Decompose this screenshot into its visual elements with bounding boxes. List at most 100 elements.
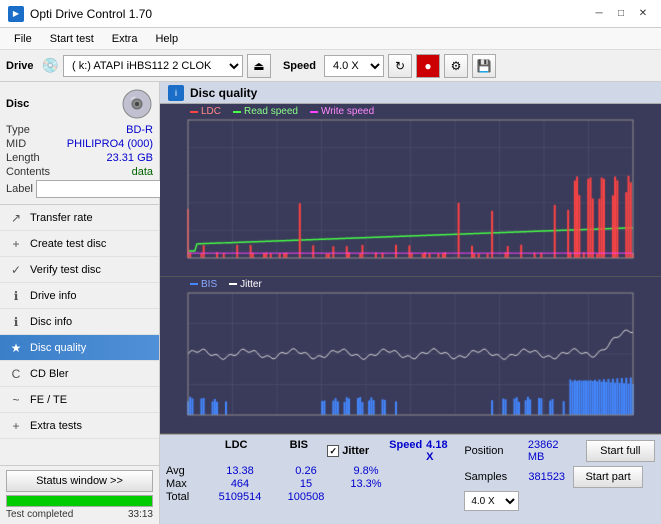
chart2-section: BIS Jitter 20 15 10 5 0 20% bbox=[160, 277, 661, 434]
extra-tests-icon: + bbox=[8, 418, 24, 434]
ldc-avg: 13.38 bbox=[204, 465, 276, 477]
chart1-legend: LDC Read speed Write speed bbox=[190, 106, 374, 117]
start-full-button[interactable]: Start full bbox=[586, 440, 655, 462]
disc-type-row: Type BD-R bbox=[6, 124, 153, 136]
sidebar-item-disc-quality[interactable]: ★ Disc quality bbox=[0, 335, 159, 361]
speed-select-stats[interactable]: 4.0 X bbox=[464, 491, 519, 511]
disc-label-row: Label 🔍 bbox=[6, 180, 153, 198]
sidebar-item-fe-te[interactable]: ~ FE / TE bbox=[0, 387, 159, 413]
legend-bis: BIS bbox=[190, 279, 217, 290]
refresh-button[interactable]: ↻ bbox=[388, 54, 412, 78]
ldc-max: 464 bbox=[204, 478, 276, 490]
menubar: File Start test Extra Help bbox=[0, 28, 661, 50]
drive-toolbar: Drive 💿 ( k:) ATAPI iHBS112 2 CLOK ⏏ Spe… bbox=[0, 50, 661, 82]
chart1-section: LDC Read speed Write speed 500 400 30 bbox=[160, 104, 661, 277]
eject-button[interactable]: ⏏ bbox=[247, 54, 271, 78]
sidebar-label-extra-tests: Extra tests bbox=[30, 420, 82, 432]
speed-header-label: Speed bbox=[389, 439, 422, 463]
legend-jitter: Jitter bbox=[229, 279, 262, 290]
progress-bar bbox=[7, 496, 152, 506]
save-button[interactable]: 💾 bbox=[472, 54, 496, 78]
status-time: 33:13 bbox=[128, 509, 153, 520]
bis-legend-label: BIS bbox=[201, 279, 217, 290]
avg-label: Avg bbox=[166, 465, 204, 477]
disc-quality-title: Disc quality bbox=[190, 86, 257, 100]
sidebar-item-transfer-rate[interactable]: ↗ Transfer rate bbox=[0, 205, 159, 231]
drive-label: Drive bbox=[6, 60, 34, 72]
app-title: Opti Drive Control 1.70 bbox=[30, 7, 152, 21]
write-speed-legend-dot bbox=[310, 111, 318, 113]
fe-te-icon: ~ bbox=[8, 392, 24, 408]
sidebar-item-drive-info[interactable]: ℹ Drive info bbox=[0, 283, 159, 309]
sidebar-item-extra-tests[interactable]: + Extra tests bbox=[0, 413, 159, 439]
settings-button[interactable]: ⚙ bbox=[444, 54, 468, 78]
status-row: Test completed 33:13 bbox=[6, 509, 153, 520]
right-stats: Position 23862 MB Start full Samples 381… bbox=[464, 439, 655, 511]
disc-panel-title: Disc bbox=[6, 98, 29, 110]
minimize-button[interactable]: ─ bbox=[589, 5, 609, 23]
status-text: Test completed bbox=[6, 509, 73, 520]
legend-ldc: LDC bbox=[190, 106, 221, 117]
disc-quality-header: i Disc quality bbox=[160, 82, 661, 104]
menu-start-test[interactable]: Start test bbox=[42, 31, 102, 47]
read-speed-legend-label: Read speed bbox=[244, 106, 298, 117]
disc-label-input[interactable] bbox=[36, 180, 174, 198]
titlebar: ▶ Opti Drive Control 1.70 ─ □ ✕ bbox=[0, 0, 661, 28]
sidebar-label-fe-te: FE / TE bbox=[30, 394, 67, 406]
burn-button[interactable]: ● bbox=[416, 54, 440, 78]
verify-test-disc-icon: ✓ bbox=[8, 262, 24, 278]
ldc-legend-label: LDC bbox=[201, 106, 221, 117]
sidebar-label-cd-bler: CD Bler bbox=[30, 368, 69, 380]
stats-bar: LDC BIS ✓ Jitter Speed 4.18 X Avg 13.38 … bbox=[160, 434, 661, 524]
position-label: Position bbox=[464, 445, 524, 457]
legend-read-speed: Read speed bbox=[233, 106, 298, 117]
legend-write-speed: Write speed bbox=[310, 106, 374, 117]
speed-select[interactable]: 4.0 X bbox=[324, 55, 384, 77]
disc-length-label: Length bbox=[6, 152, 40, 164]
disc-quality-header-icon: i bbox=[168, 85, 184, 101]
sidebar-item-verify-test-disc[interactable]: ✓ Verify test disc bbox=[0, 257, 159, 283]
drive-icon: 💿 bbox=[42, 57, 59, 74]
disc-type-value: BD-R bbox=[126, 124, 153, 136]
status-window-button[interactable]: Status window >> bbox=[6, 470, 153, 492]
app-icon: ▶ bbox=[8, 6, 24, 22]
chart2-legend: BIS Jitter bbox=[190, 279, 262, 290]
disc-mid-label: MID bbox=[6, 138, 26, 150]
jitter-legend-label: Jitter bbox=[240, 279, 262, 290]
write-speed-legend-label: Write speed bbox=[321, 106, 374, 117]
disc-mid-row: MID PHILIPRO4 (000) bbox=[6, 138, 153, 150]
sidebar-label-transfer-rate: Transfer rate bbox=[30, 212, 93, 224]
samples-value: 381523 bbox=[528, 471, 565, 483]
max-label: Max bbox=[166, 478, 204, 490]
titlebar-controls: ─ □ ✕ bbox=[589, 5, 653, 23]
transfer-rate-icon: ↗ bbox=[8, 210, 24, 226]
disc-contents-value: data bbox=[132, 166, 153, 178]
sidebar-item-create-test-disc[interactable]: + Create test disc bbox=[0, 231, 159, 257]
sidebar-label-verify-test-disc: Verify test disc bbox=[30, 264, 101, 276]
samples-label: Samples bbox=[464, 471, 524, 483]
sidebar: Disc Type BD-R MID PHILIPRO4 (000) Lengt… bbox=[0, 82, 160, 524]
chart1-canvas bbox=[160, 104, 661, 276]
drive-select[interactable]: ( k:) ATAPI iHBS112 2 CLOK bbox=[63, 55, 243, 77]
sidebar-item-cd-bler[interactable]: C CD Bler bbox=[0, 361, 159, 387]
menu-help[interactable]: Help bbox=[147, 31, 186, 47]
content-area: i Disc quality LDC Read speed bbox=[160, 82, 661, 524]
menu-file[interactable]: File bbox=[6, 31, 40, 47]
total-label: Total bbox=[166, 491, 204, 503]
sidebar-item-disc-info[interactable]: ℹ Disc info bbox=[0, 309, 159, 335]
menu-extra[interactable]: Extra bbox=[104, 31, 146, 47]
speed-header-value: 4.18 X bbox=[426, 439, 456, 463]
bis-avg: 0.26 bbox=[276, 465, 336, 477]
sidebar-label-drive-info: Drive info bbox=[30, 290, 76, 302]
close-button[interactable]: ✕ bbox=[633, 5, 653, 23]
progress-bar-container bbox=[6, 495, 153, 507]
start-part-button[interactable]: Start part bbox=[573, 466, 643, 488]
stats-col-empty bbox=[166, 439, 202, 463]
jitter-checkbox[interactable]: ✓ bbox=[327, 445, 339, 457]
create-test-disc-icon: + bbox=[8, 236, 24, 252]
status-area: Status window >> Test completed 33:13 bbox=[0, 465, 159, 524]
disc-type-label: Type bbox=[6, 124, 30, 136]
bis-max: 15 bbox=[276, 478, 336, 490]
disc-quality-icon: ★ bbox=[8, 340, 24, 356]
maximize-button[interactable]: □ bbox=[611, 5, 631, 23]
